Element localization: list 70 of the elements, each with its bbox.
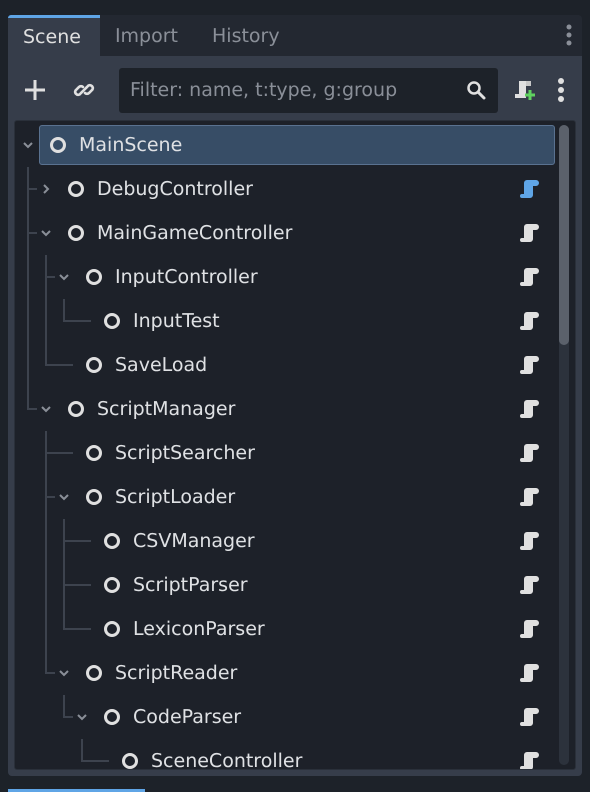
node-icon (85, 356, 103, 374)
tree-item[interactable]: CSVManager (93, 521, 555, 561)
add-icon[interactable] (24, 79, 46, 101)
tree-item[interactable]: ScriptLoader (75, 477, 555, 517)
node-icon (49, 136, 67, 154)
node-name: ScriptReader (115, 662, 238, 684)
node-icon (67, 224, 85, 242)
tree-item[interactable]: InputController (75, 257, 555, 297)
scrollbar[interactable] (559, 125, 569, 765)
script-icon[interactable] (518, 530, 540, 552)
filter-field[interactable]: Filter: name, t:type, g:group (119, 68, 498, 112)
tree-item[interactable]: MainScene (39, 125, 555, 165)
script-icon[interactable] (518, 310, 540, 332)
tree-item[interactable]: LexiconParser (93, 609, 555, 649)
node-icon (85, 268, 103, 286)
tree-item[interactable]: CodeParser (93, 697, 555, 737)
tree-item[interactable]: SaveLoad (75, 345, 555, 385)
script-icon[interactable] (518, 486, 540, 508)
script-icon[interactable] (518, 222, 540, 244)
script-icon[interactable] (518, 178, 540, 200)
script-icon[interactable] (518, 442, 540, 464)
node-name: LexiconParser (133, 618, 265, 640)
node-icon (85, 444, 103, 462)
node-name: ScriptSearcher (115, 442, 255, 464)
node-icon (67, 180, 85, 198)
tree-item[interactable]: ScriptSearcher (75, 433, 555, 473)
node-name: ScriptManager (97, 398, 236, 420)
script-icon[interactable] (518, 398, 540, 420)
node-name: DebugController (97, 178, 253, 200)
node-icon (85, 488, 103, 506)
tab[interactable]: Scene (8, 15, 100, 56)
tree-item[interactable]: InputTest (93, 301, 555, 341)
node-name: ScriptLoader (115, 486, 236, 508)
node-name: MainGameController (97, 222, 292, 244)
script-icon[interactable] (518, 662, 540, 684)
script-icon[interactable] (518, 266, 540, 288)
node-name: ScriptParser (133, 574, 248, 596)
node-icon (103, 576, 121, 594)
node-name: CSVManager (133, 530, 255, 552)
search-icon[interactable] (466, 80, 486, 100)
script-icon[interactable] (518, 354, 540, 376)
script-icon[interactable] (518, 750, 540, 769)
tree-item[interactable]: ScriptParser (93, 565, 555, 605)
node-name: CodeParser (133, 706, 242, 728)
tree-item[interactable]: ScriptReader (75, 653, 555, 693)
node-icon (67, 400, 85, 418)
script-icon[interactable] (518, 574, 540, 596)
node-icon (103, 620, 121, 638)
node-name: MainScene (79, 134, 182, 156)
node-icon (103, 312, 121, 330)
tree-item[interactable]: MainGameController (57, 213, 555, 253)
filter-input[interactable]: Filter: name, t:type, g:group (128, 78, 466, 102)
node-icon (103, 532, 121, 550)
more-icon[interactable] (566, 24, 572, 46)
script-icon[interactable] (518, 618, 540, 640)
node-name: InputController (115, 266, 258, 288)
tree-item[interactable]: ScriptManager (57, 389, 555, 429)
node-name: SaveLoad (115, 354, 208, 376)
add-script-icon[interactable] (512, 78, 536, 102)
tab[interactable]: History (197, 15, 299, 56)
script-icon[interactable] (518, 706, 540, 728)
tree-item[interactable]: DebugController (57, 169, 555, 209)
node-icon (121, 752, 139, 769)
node-icon (103, 708, 121, 726)
tab[interactable]: Import (100, 15, 197, 56)
more-icon[interactable] (558, 78, 564, 102)
node-name: InputTest (133, 310, 220, 332)
tree-item[interactable]: SceneController (111, 741, 555, 769)
node-icon (85, 664, 103, 682)
node-name: SceneController (151, 750, 302, 769)
